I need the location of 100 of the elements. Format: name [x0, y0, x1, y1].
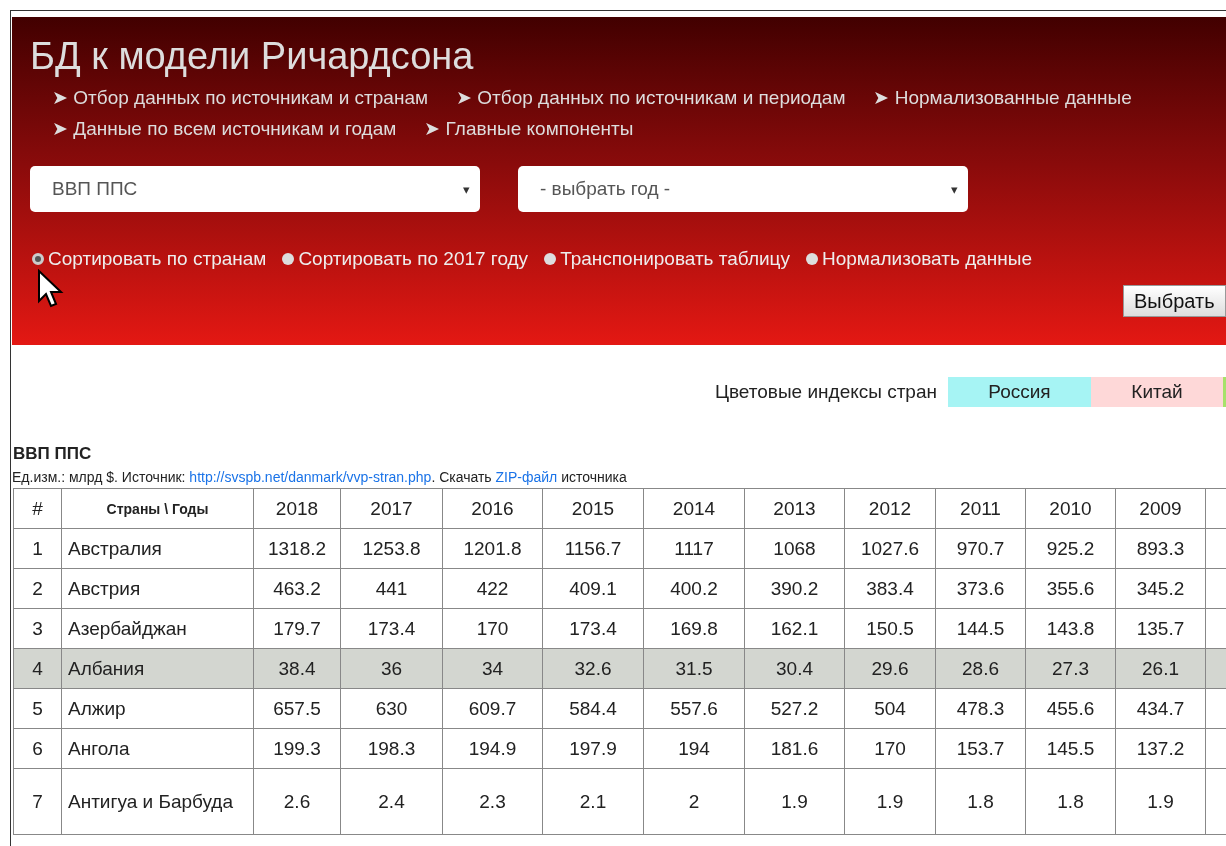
table-cell: 26.1	[1142, 657, 1179, 679]
table-cell: 2	[32, 577, 43, 599]
table-cell: 1.9	[1147, 790, 1174, 812]
legend-label: Цветовые индексы стран	[714, 381, 937, 403]
table-cell: 1318.2	[267, 537, 327, 559]
column-header: 2011	[935, 488, 1026, 529]
table-row[interactable]: 4 Албания 38.4 36 34 32.6 31.5 30.4 29.6 28.6 27.3 26.1	[13, 648, 1226, 689]
table-cell: 6	[32, 737, 43, 759]
table-cell: 194	[678, 737, 710, 759]
table-cell: Албания	[68, 657, 145, 679]
table-cell: 504	[874, 697, 906, 719]
table-cell: 2	[688, 790, 700, 812]
table-cell: 409.1	[569, 577, 617, 599]
column-header: 2010	[1025, 488, 1116, 529]
table-cell: 434.7	[1136, 697, 1185, 719]
legend-item: Россия	[948, 377, 1091, 407]
table-cell: 135.7	[1136, 617, 1185, 639]
table-cell: 38.4	[278, 657, 316, 679]
radio-button[interactable]	[32, 253, 44, 265]
table-cell: 32.6	[574, 657, 612, 679]
radio-button[interactable]	[544, 253, 557, 265]
radio-label[interactable]: Транспонировать таблицу	[560, 248, 790, 270]
radio-button[interactable]	[282, 253, 295, 265]
table-cell: 1.8	[1057, 790, 1084, 812]
page-title: БД к модели Ричардсона	[29, 34, 474, 78]
table-cell: 630	[375, 697, 408, 719]
radio-label[interactable]: Сортировать по 2017 году	[298, 248, 529, 270]
table-title: ВВП ППС	[13, 444, 92, 464]
table-cell: 4	[32, 657, 43, 679]
table-row[interactable]: 1 Австралия 1318.2 1253.8 1201.8 1156.7 1117 1068 1027.6 970.7 925.2 893.3	[13, 528, 1226, 569]
column-header: 2014	[643, 488, 745, 529]
table-cell: 478.3	[956, 697, 1005, 719]
table-row[interactable]: 2 Австрия 463.2 441 422 409.1 400.2 390.2 383.4 373.6 355.6 345.2	[13, 568, 1226, 609]
table-cell: 5	[32, 697, 43, 719]
radio-label[interactable]: Нормализовать данные	[821, 248, 1032, 270]
table-cell: 1201.8	[463, 537, 522, 559]
nav-link[interactable]: ➤ Нормализованные данные	[873, 86, 1132, 109]
table-cell: 30.4	[776, 657, 813, 679]
table-cell: Антигуа и Барбуда	[68, 790, 234, 812]
column-header: 2017	[340, 488, 443, 529]
column-header: #	[13, 488, 62, 529]
nav-link[interactable]: ➤ Отбор данных по источникам и периодам	[456, 86, 846, 109]
column-header: 2018	[253, 488, 341, 529]
table-cell: 170	[874, 737, 906, 759]
table-cell: 27.3	[1052, 657, 1089, 679]
table-cell: 145.5	[1046, 737, 1095, 759]
dropdown[interactable]: ВВП ППС ▾	[30, 166, 480, 212]
nav-link[interactable]: ➤ Главные компоненты	[424, 117, 634, 140]
table-cell: 173.4	[569, 617, 617, 639]
table-cell: 1253.8	[362, 537, 421, 559]
table-cell: 893.3	[1136, 537, 1185, 559]
table-cell: 970.7	[956, 537, 1005, 559]
table-cell: 2.4	[378, 790, 405, 812]
table-cell: 1.9	[781, 790, 808, 812]
table-cell: 181.6	[770, 737, 819, 759]
table-cell: 198.3	[367, 737, 416, 759]
table-cell: 1	[32, 537, 43, 559]
table-cell: 557.6	[670, 697, 718, 719]
table-cell: 355.6	[1046, 577, 1095, 599]
table-cell: 7	[32, 790, 43, 812]
table-cell: 925.2	[1046, 537, 1095, 559]
cursor-icon	[37, 269, 65, 309]
table-cell: 36	[380, 657, 403, 679]
table-cell: 2.1	[579, 790, 607, 812]
table-row[interactable]: 5 Алжир 657.5 630 609.7 584.4 557.6 527.2 504 478.3 455.6 434.7	[13, 688, 1226, 729]
table-cell: 194.9	[468, 737, 517, 759]
table-cell: 179.7	[273, 617, 321, 639]
table-cell: 169.8	[670, 617, 718, 639]
table-row[interactable]: 6 Ангола 199.3 198.3 194.9 197.9 194 181.6 170 153.7 145.5 137.2	[13, 728, 1226, 769]
table-cell: 527.2	[770, 697, 819, 719]
table-cell: Алжир	[68, 697, 126, 719]
table-cell: 31.5	[675, 657, 713, 679]
nav-link[interactable]: ➤ Данные по всем источникам и годам	[52, 117, 397, 140]
table-cell: 1117	[674, 537, 714, 559]
table-cell: 1027.6	[860, 537, 920, 559]
table-cell: 162.1	[770, 617, 819, 639]
table-cell: 173.4	[367, 617, 416, 639]
table-cell: 170	[476, 617, 509, 639]
nav-link[interactable]: ➤ Отбор данных по источникам и странам	[52, 86, 428, 109]
legend-item: Китай	[1091, 377, 1223, 407]
table-cell: 150.5	[866, 617, 914, 639]
table-cell: 144.5	[956, 617, 1005, 639]
select-button[interactable]: Выбрать	[1123, 285, 1226, 317]
table-cell: 3	[32, 617, 43, 639]
table-cell: 153.7	[956, 737, 1005, 759]
table-cell: Ангола	[68, 737, 130, 759]
table-cell: Австралия	[68, 537, 162, 559]
table-cell: 2.3	[479, 790, 506, 812]
radio-label[interactable]: Сортировать по странам	[48, 248, 267, 270]
column-header: 2013	[744, 488, 845, 529]
table-cell: 345.2	[1136, 577, 1185, 599]
radio-button[interactable]	[805, 253, 818, 265]
table-cell: 383.4	[866, 577, 914, 599]
table-cell: 28.6	[962, 657, 999, 679]
dropdown[interactable]: - выбрать год - ▾	[518, 166, 968, 212]
table-row[interactable]: 7 Антигуа и Барбуда 2.6 2.4 2.3 2.1 2 1.9 1.9 1.8 1.8 1.9	[13, 768, 1226, 835]
table-cell: 199.3	[273, 737, 321, 759]
zip-link[interactable]: ZIP-файл	[495, 469, 558, 485]
table-cell: 1068	[773, 537, 816, 559]
table-row[interactable]: 3 Азербайджан 179.7 173.4 170 173.4 169.8 162.1 150.5 144.5 143.8 135.7	[13, 608, 1226, 649]
